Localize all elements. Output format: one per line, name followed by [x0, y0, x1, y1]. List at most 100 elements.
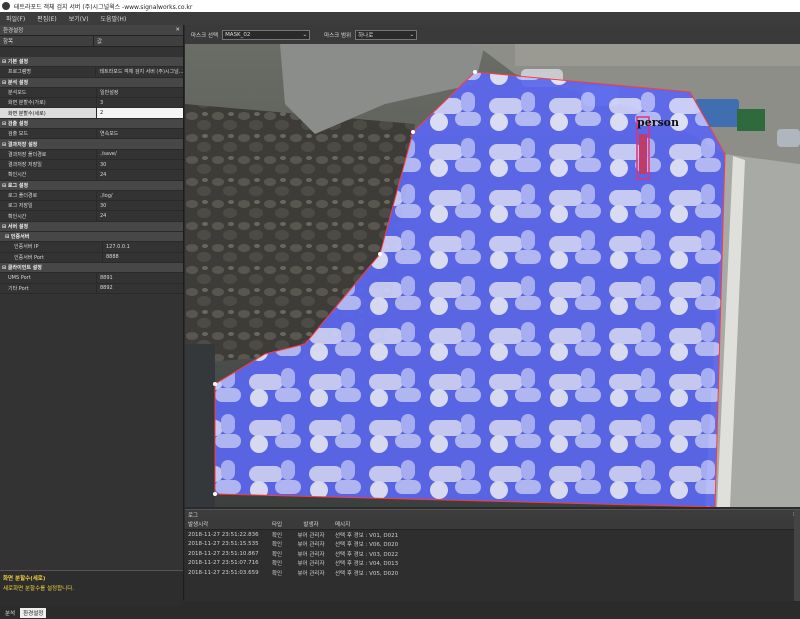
mask-range-label: 마스크 범위 — [324, 32, 352, 39]
property-row[interactable]: 로그 저장일 30 — [0, 201, 183, 212]
mask-vertex[interactable] — [378, 252, 382, 256]
property-value[interactable]: 24 — [97, 172, 106, 178]
app-icon — [2, 2, 10, 10]
close-icon[interactable]: ✕ — [175, 27, 180, 33]
property-value[interactable]: 테트라포드 객체 검지 서버 (주)시그널... — [96, 68, 183, 75]
log-header: 로그 ✕ — [185, 510, 800, 519]
tab-analysis[interactable]: 분석 — [2, 608, 18, 618]
bottom-tabs: 분석 환경설정 — [0, 606, 185, 619]
description-text: 세로화면 분할수를 설정합니다. — [3, 586, 75, 592]
property-key: 검출 모드 — [0, 129, 97, 139]
property-value[interactable]: 일반설정 — [97, 89, 118, 96]
property-value[interactable]: 연속모드 — [97, 130, 118, 137]
properties-panel: 환경설정 ✕ 항목 값 ⊟ 기본 설정 프로그램명 테트라포드 객체 검지 서버 (… — [0, 25, 184, 618]
camera-view[interactable]: person — [185, 44, 800, 507]
property-value[interactable]: ./log/ — [97, 193, 113, 199]
log-row[interactable]: 2018-11-27 23:51:07.716 확인 뷰어 관리자 선택 후 경보 :… — [185, 559, 800, 569]
menu-view[interactable]: 보기(V) — [63, 14, 95, 23]
mask-vertex[interactable] — [473, 70, 477, 74]
property-key: 분석모드 — [0, 87, 97, 98]
log-time: 2018-11-27 23:51:07.716 — [188, 560, 259, 567]
property-row[interactable]: 결과저장 폴더경로 ./save/ — [0, 149, 183, 160]
person-figure — [639, 134, 647, 174]
menu-bar: 파일(F) 편집(E) 보기(V) 도움말(H) — [0, 12, 800, 25]
log-rows: 2018-11-27 23:51:22.836 확인 뷰어 관리자 선택 후 경보 :… — [185, 530, 800, 578]
property-category[interactable]: ⊟ 기본 설정 — [0, 57, 183, 68]
property-key: 화면 분할수(세로) — [0, 108, 97, 118]
column-value: 값 — [97, 39, 103, 45]
property-category[interactable]: ⊟ 인증서버 — [0, 232, 183, 243]
log-row[interactable]: 2018-11-27 23:51:10.867 확인 뷰어 관리자 선택 후 경보 :… — [185, 549, 800, 559]
property-description: 화면 분할수(세로) 세로화면 분할수를 설정합니다. — [0, 570, 183, 606]
property-value[interactable]: 8892 — [97, 285, 113, 291]
menu-edit[interactable]: 편집(E) — [31, 14, 63, 23]
log-row[interactable]: 2018-11-27 23:51:15.535 확인 뷰어 관리자 선택 후 경보 :… — [185, 540, 800, 550]
mask-select-dropdown[interactable]: MASK_02 ⌄ — [222, 29, 311, 40]
property-row[interactable]: 검출 모드 연속모드 — [0, 129, 183, 140]
property-row[interactable]: 기타 Port 8892 — [0, 283, 183, 294]
log-source: 뷰어 관리자 — [297, 561, 325, 568]
property-value[interactable]: 2 — [97, 110, 103, 116]
property-category[interactable]: ⊟ 검출 설정 — [0, 118, 183, 130]
property-category[interactable]: ⊟ 로그 설정 — [0, 180, 183, 191]
property-value[interactable]: 8891 — [97, 275, 113, 281]
log-type: 확인 — [271, 532, 283, 539]
property-key: ⊟ 분석 설정 — [2, 79, 29, 86]
log-source: 뷰어 관리자 — [297, 532, 325, 539]
property-value[interactable]: 30 — [97, 162, 106, 168]
property-key: ⊟ 인증서버 — [5, 234, 30, 241]
log-row[interactable]: 2018-11-27 23:51:03.659 확인 뷰어 관리자 선택 후 경보 :… — [185, 568, 800, 578]
property-category[interactable]: ⊟ 클라이언트 설정 — [0, 262, 183, 274]
mask-vertex[interactable] — [213, 492, 217, 496]
property-key: 기타 Port — [0, 283, 97, 293]
property-key: 확인시간 — [0, 170, 97, 180]
property-row[interactable]: 확인시간 24 — [0, 211, 183, 222]
property-value[interactable]: 24 — [97, 213, 106, 219]
property-row[interactable]: 분석모드 일반설정 — [0, 87, 183, 99]
person-label: person — [637, 116, 679, 129]
property-key: 로그 저장일 — [0, 201, 97, 211]
property-row[interactable]: 화면 분할수(세로) 2 — [0, 108, 183, 119]
properties-column-header: 항목 값 — [0, 36, 183, 47]
chevron-down-icon: ⌄ — [409, 31, 415, 38]
property-row[interactable]: 결과저장 저장일 30 — [0, 159, 183, 171]
property-row[interactable]: 로그 폴더경로 ./log/ — [0, 190, 183, 202]
property-row[interactable]: 인증서버 IP 127.0.0.1 — [0, 242, 183, 253]
property-value[interactable]: ./save/ — [97, 151, 117, 157]
log-row[interactable]: 2018-11-27 23:51:22.836 확인 뷰어 관리자 선택 후 경보 :… — [185, 530, 800, 540]
title-bar: 테트라포드 객체 검지 서버 (주)시그널웍스 -www.signalworks… — [0, 0, 800, 12]
log-panel: 로그 ✕ 발생시각 타입 발생자 메시지 2018-11-27 23:51:22… — [185, 509, 800, 601]
mask-range-value: 하나로 — [358, 32, 374, 39]
property-row[interactable]: 프로그램명 테트라포드 객체 검지 서버 (주)시그널... — [0, 67, 183, 78]
log-time: 2018-11-27 23:51:22.836 — [188, 531, 259, 538]
property-row[interactable]: 인증서버 Port 8888 — [0, 252, 183, 263]
log-source: 뷰어 관리자 — [297, 542, 325, 549]
col-source: 발생자 — [303, 522, 319, 528]
log-message: 선택 후 경보 : V06, D020 — [335, 542, 399, 549]
property-row[interactable]: 확인시간 24 — [0, 170, 183, 181]
property-grid: ⊟ 기본 설정 프로그램명 테트라포드 객체 검지 서버 (주)시그널... ⊟ 분석… — [0, 57, 183, 294]
log-source: 뷰어 관리자 — [297, 570, 325, 577]
property-value[interactable]: 8888 — [103, 254, 119, 260]
property-category[interactable]: ⊟ 서버 설정 — [0, 221, 183, 233]
property-value[interactable]: 30 — [97, 203, 106, 209]
property-row[interactable]: 화면 분할수(가로) 3 — [0, 98, 183, 109]
mask-vertex[interactable] — [411, 130, 415, 134]
tab-settings[interactable]: 환경설정 — [20, 607, 47, 618]
property-key: 인증서버 IP — [0, 242, 103, 252]
property-category[interactable]: ⊟ 분석 설정 — [0, 77, 183, 88]
property-value[interactable]: 127.0.0.1 — [103, 244, 130, 250]
mask-toolbar: 마스크 선택 MASK_02 ⌄ 마스크 범위 하나로 ⌄ — [185, 25, 800, 44]
log-scrollbar[interactable] — [794, 510, 800, 601]
mask-select-label: 마스크 선택 — [191, 32, 219, 39]
log-message: 선택 후 경보 : V03, D022 — [335, 551, 399, 558]
menu-help[interactable]: 도움말(H) — [95, 14, 133, 23]
property-row[interactable]: UMS Port 8891 — [0, 273, 183, 284]
mask-vertex[interactable] — [213, 382, 217, 386]
log-message: 선택 후 경보 : V05, D020 — [335, 570, 399, 577]
property-category[interactable]: ⊟ 결과저장 설정 — [0, 139, 183, 150]
menu-file[interactable]: 파일(F) — [0, 14, 31, 23]
property-value[interactable]: 3 — [97, 100, 103, 106]
log-type: 확인 — [271, 570, 283, 577]
mask-range-dropdown[interactable]: 하나로 ⌄ — [355, 29, 418, 40]
